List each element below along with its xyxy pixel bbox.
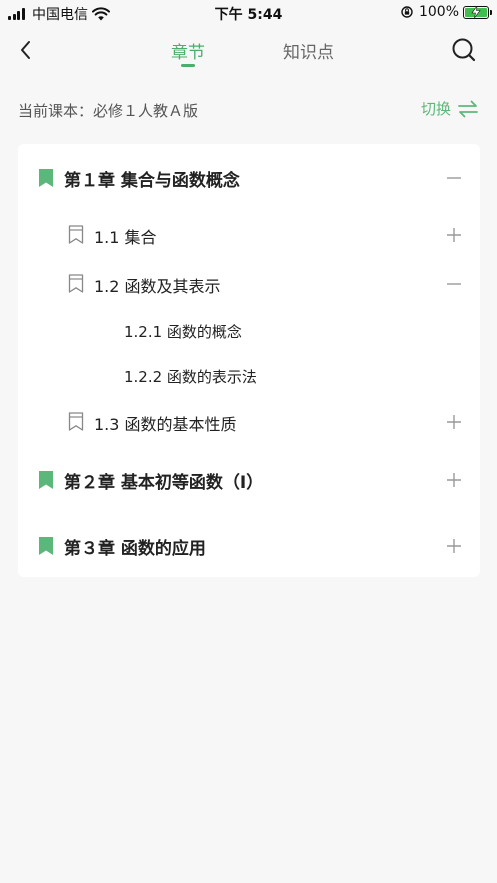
subsection-title: 1.2.1 函数的概念 [124, 323, 242, 341]
chapter-row-1[interactable]: 第１章 集合与函数概念 [18, 164, 480, 192]
course-bar: 当前课本：必修１人教Ａ版 切换 [18, 96, 479, 124]
subsection-row-1-2-2[interactable]: 1.2.2 函数的表示法 [18, 364, 480, 388]
section-row-1-1[interactable]: 1.1 集合 [18, 222, 480, 248]
subsection-title: 1.2.2 函数的表示法 [124, 368, 257, 386]
switch-textbook-button[interactable]: 切换 [421, 98, 479, 119]
navigation-bar: 章节 知识点 [0, 26, 497, 76]
section-row-1-2[interactable]: 1.2 函数及其表示 [18, 271, 480, 297]
search-icon[interactable] [451, 37, 477, 63]
bookmark-filled-icon [39, 169, 53, 187]
section-title: 1.1 集合 [94, 228, 157, 247]
section-row-1-3[interactable]: 1.3 函数的基本性质 [18, 409, 480, 435]
expand-plus-icon[interactable] [446, 227, 462, 243]
bookmark-filled-icon [39, 471, 53, 489]
chapter-row-3[interactable]: 第３章 函数的应用 [18, 532, 480, 560]
switch-label: 切换 [420, 100, 451, 118]
expand-plus-icon[interactable] [446, 414, 462, 430]
chapter-title: 第２章 基本初等函数（Ⅰ） [64, 473, 264, 493]
section-title: 1.2 函数及其表示 [94, 277, 221, 296]
status-right: 100% [401, 4, 492, 20]
active-tab-indicator [181, 64, 195, 67]
bookmark-outline-icon [68, 412, 84, 431]
bookmark-outline-icon [68, 274, 84, 293]
tab-chapters[interactable]: 章节 [171, 38, 205, 67]
back-arrow-icon[interactable] [14, 38, 38, 62]
battery-percent: 100% [418, 4, 459, 20]
tab-knowledge-points[interactable]: 知识点 [283, 38, 334, 63]
chapter-title: 第３章 函数的应用 [64, 539, 206, 559]
bookmark-outline-icon [68, 225, 84, 244]
collapse-minus-icon[interactable] [446, 276, 462, 292]
status-bar: 中国电信 下午 5:44 100% [0, 0, 497, 26]
chapter-row-2[interactable]: 第２章 基本初等函数（Ⅰ） [18, 466, 480, 494]
rotation-lock-icon [401, 6, 413, 18]
battery-charging-icon [463, 5, 492, 19]
swap-arrows-icon [458, 100, 478, 117]
section-title: 1.3 函数的基本性质 [94, 415, 237, 434]
expand-plus-icon[interactable] [446, 538, 462, 554]
tab-chapters-label: 章节 [171, 43, 205, 63]
bookmark-filled-icon [39, 537, 53, 555]
subsection-row-1-2-1[interactable]: 1.2.1 函数的概念 [18, 319, 480, 343]
collapse-minus-icon[interactable] [446, 170, 462, 186]
expand-plus-icon[interactable] [446, 472, 462, 488]
tab-knowledge-points-label: 知识点 [283, 43, 334, 63]
chapter-title: 第１章 集合与函数概念 [64, 171, 240, 191]
chapter-tree-card: 第１章 集合与函数概念 1.1 集合 1.2 函数及其表示 1.2.1 函数的概… [18, 144, 480, 577]
current-textbook-label: 当前课本：必修１人教Ａ版 [18, 102, 199, 120]
